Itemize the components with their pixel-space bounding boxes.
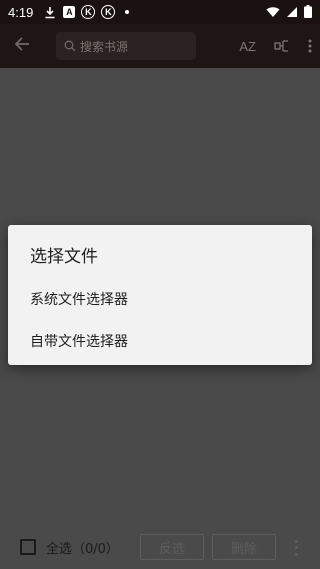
- dialog-title: 选择文件: [30, 247, 98, 267]
- bottom-action-bar: 全选（0/0） 反选 删除: [0, 528, 320, 569]
- a-box-icon: A: [63, 6, 76, 18]
- sort-az-icon[interactable]: AZ: [239, 39, 256, 54]
- select-all-checkbox[interactable]: [20, 539, 36, 555]
- builtin-file-picker-option[interactable]: 自带文件选择器: [8, 321, 312, 361]
- battery-icon: [304, 3, 312, 22]
- sort-label: AZ: [239, 38, 256, 54]
- bottom-more-icon[interactable]: [292, 538, 300, 558]
- notification-icons: A K K: [43, 5, 130, 19]
- select-all-label: 全选（0/0）: [46, 542, 119, 557]
- k-circle-icon: K: [101, 5, 116, 19]
- group-icon[interactable]: [274, 39, 290, 53]
- wifi-icon: [266, 3, 280, 22]
- system-icons: [266, 3, 312, 22]
- toolbar: 搜索书源 AZ: [0, 24, 320, 68]
- search-placeholder: 搜索书源: [80, 39, 129, 54]
- system-file-picker-option[interactable]: 系统文件选择器: [8, 279, 312, 319]
- choose-file-dialog: 选择文件 系统文件选择器 自带文件选择器: [8, 225, 312, 365]
- signal-icon: [286, 3, 298, 22]
- search-icon: [64, 37, 76, 56]
- dot-icon: [125, 10, 130, 14]
- k-circle-icon: K: [81, 5, 96, 19]
- download-icon: [43, 5, 57, 19]
- toolbar-actions: AZ: [239, 24, 312, 68]
- invert-selection-button[interactable]: 反选: [140, 534, 204, 560]
- status-bar: 4:19 A K K: [0, 0, 320, 24]
- delete-button[interactable]: 删除: [212, 534, 276, 560]
- search-input[interactable]: 搜索书源: [56, 32, 196, 60]
- back-button[interactable]: [0, 24, 44, 68]
- more-vert-icon[interactable]: [308, 39, 312, 53]
- status-time: 4:19: [8, 4, 34, 20]
- arrow-left-icon: [14, 36, 30, 56]
